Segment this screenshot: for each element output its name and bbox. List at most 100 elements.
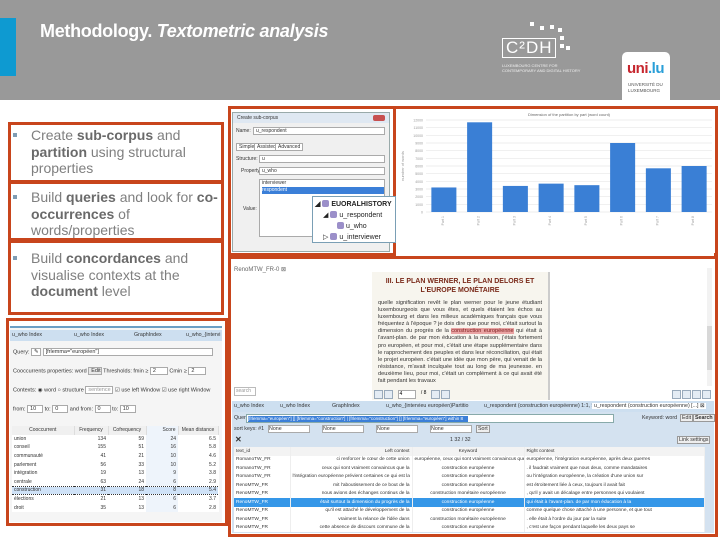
column-header[interactable]: Left context	[290, 447, 413, 456]
tab-index[interactable]: u_who Index	[12, 332, 42, 338]
frequency-cell: 56	[100, 461, 106, 468]
column-header[interactable]: Cooccurrent	[12, 426, 75, 435]
tab-concordance-active[interactable]: u_respondent (construction européenne) […	[592, 403, 707, 409]
table-row[interactable]: intégration 19 13 9 3.8	[12, 468, 218, 478]
from-input[interactable]: 10	[27, 405, 44, 413]
table-row[interactable]: RenoMTW_FR vraiment la relance de l'idée …	[234, 515, 705, 524]
x-tick-label: Part 7	[655, 216, 659, 225]
and-from-input[interactable]: 0	[94, 405, 111, 413]
y-tick-label: 3000	[415, 188, 423, 192]
name-label: Name:	[236, 128, 251, 134]
last-page-button[interactable]	[440, 390, 450, 399]
sort-key-2-select[interactable]: None	[322, 425, 364, 433]
edit-button[interactable]: Edit	[88, 367, 102, 375]
tree-node[interactable]: ▷ u_interviewer	[323, 233, 381, 241]
frequency-cell: 134	[97, 435, 106, 442]
tree-root[interactable]: ◢ EUORALHISTORY	[315, 200, 392, 208]
column-header[interactable]: Frequency	[74, 426, 109, 435]
cofrequency-cell: 33	[138, 461, 144, 468]
to2-input[interactable]: 10	[119, 405, 136, 413]
column-header-sorted[interactable]: Score	[146, 426, 179, 435]
table-row[interactable]: RenoMTW_FR était surtout la dimension du …	[234, 498, 705, 507]
tab-index[interactable]: u_who Index	[280, 403, 310, 409]
table-row[interactable]: construction 31 18 8 5.4	[12, 485, 218, 496]
radio-structure[interactable]: ○ structure	[58, 387, 84, 393]
structure-label: Structure:	[236, 156, 258, 162]
table-row[interactable]: RenoMTW_FR qu'il est attaché le développe…	[234, 506, 705, 515]
keyword-highlight[interactable]: construction européenne	[451, 328, 514, 335]
table-row[interactable]: RomanoTW_FR ci renforcer le cœur de cette…	[234, 455, 705, 464]
structure-select[interactable]: sentence	[85, 386, 114, 394]
close-button[interactable]	[373, 115, 385, 121]
table-row[interactable]: RomanoTW_FR ceux qui sont vraiment convai…	[234, 464, 705, 473]
sort-button[interactable]: Sort	[476, 425, 490, 433]
tab-graph[interactable]: GraphIndex	[332, 403, 360, 409]
close-icon[interactable]: ✕	[235, 435, 242, 444]
last-text-button[interactable]	[702, 390, 711, 399]
left-window-checkbox[interactable]: ☑ use left Window	[115, 387, 160, 393]
tab-partition[interactable]: u_who_{intervieu européen}Partitio	[386, 403, 468, 409]
doc-search-input[interactable]: search	[234, 387, 256, 396]
unilu-mark: .lu	[648, 60, 665, 77]
table-row[interactable]: élections 21 13 6 3.7	[12, 494, 218, 504]
radio-word[interactable]: ◉ word	[38, 387, 56, 393]
name-input[interactable]: u_respondent	[253, 127, 385, 135]
right-window-checkbox[interactable]: ☑ use right Window	[162, 387, 211, 393]
tab-index[interactable]: u_who Index	[234, 403, 264, 409]
column-header[interactable]: Right context	[524, 447, 705, 456]
cmin-input[interactable]: 2	[188, 367, 207, 375]
first-text-button[interactable]	[672, 390, 681, 399]
sort-key-4-select[interactable]: None	[430, 425, 472, 433]
tab-graph[interactable]: GraphIndex	[134, 332, 162, 338]
property-select[interactable]: u_who	[259, 167, 385, 175]
next-text-button[interactable]	[692, 390, 701, 399]
bullet-fragment: level	[97, 283, 131, 299]
tab-partition[interactable]: u_who_{intervi	[186, 332, 220, 338]
column-header[interactable]: Mean distance	[178, 426, 219, 435]
score-cell: 9	[146, 468, 178, 478]
fmin-input[interactable]: 2	[149, 367, 168, 375]
table-row[interactable]: RenoMTW_FR cette absence de discours comm…	[234, 523, 705, 532]
column-header[interactable]: text_id	[234, 447, 291, 456]
query-assist-button[interactable]: ✎	[31, 348, 42, 356]
table-row[interactable]: RomanoTW_FR l'intégration européenne prév…	[234, 472, 705, 481]
table-row[interactable]: droit 35 13 6 2.8	[12, 503, 218, 512]
value-option[interactable]: interviewer	[262, 180, 384, 187]
doc-tab[interactable]: RenoMTW_FR-0 ⊠	[234, 266, 286, 273]
chart-title: Dimension of the partition by part (word…	[528, 112, 611, 117]
text-nav	[672, 390, 712, 399]
column-header[interactable]: Cofrequency	[108, 426, 147, 435]
sort-key-3-select[interactable]: None	[376, 425, 418, 433]
first-page-button[interactable]	[374, 390, 383, 399]
tree-node[interactable]: ◢ u_respondent	[323, 211, 382, 219]
tree-node[interactable]: u_who	[337, 222, 367, 230]
table-row[interactable]: conseil 155 51 16 5.8	[12, 443, 218, 452]
search-button[interactable]: Search	[693, 414, 715, 422]
table-row[interactable]: RenoMTW_FR mit l'aboutissement de ce bout…	[234, 481, 705, 490]
prev-page-button[interactable]	[384, 390, 393, 399]
query-input[interactable]: [frlemma="européen"] [] [frlemma="constr…	[246, 414, 614, 423]
table-row[interactable]: parlement 56 33 10 5.2	[12, 460, 218, 469]
prev-text-button[interactable]	[682, 390, 691, 399]
next-page-button[interactable]	[430, 390, 440, 399]
edit-button[interactable]: Edit	[680, 414, 694, 422]
column-header[interactable]: Keyword	[412, 447, 525, 456]
sort-key-1-select[interactable]: None	[268, 425, 310, 433]
table-row[interactable]: union 134 59 24 6.5	[12, 434, 218, 444]
link-settings-button[interactable]: Link settings	[677, 436, 711, 444]
table-row[interactable]: centrale 63 24 6 2.9	[12, 477, 218, 487]
tab-index[interactable]: u_who Index	[74, 332, 104, 338]
table-row[interactable]: communauté 41 21 10 4.6	[12, 451, 218, 461]
to-input[interactable]: 0	[52, 405, 69, 413]
value-option-selected[interactable]: respondent	[262, 187, 384, 194]
left-context-cell: ceux qui sont vraiment convaincus que la	[290, 464, 413, 473]
query-input[interactable]: [frlemma="européen"]	[42, 348, 213, 356]
right-context-cell: , c'est une façon pendant laquelle les d…	[524, 523, 705, 532]
bullet-fragment: Build	[31, 189, 67, 205]
tab-advanced[interactable]: Advanced	[275, 143, 304, 151]
table-row[interactable]: RenoMTW_FR nous avions des échanges conti…	[234, 489, 705, 498]
doc-scrollbar[interactable]	[707, 268, 712, 386]
tab-cooccurrence[interactable]: u_respondent (construction européenne) 1…	[484, 403, 597, 409]
page-input[interactable]: 4	[398, 390, 417, 399]
structure-select[interactable]: u	[259, 155, 385, 163]
